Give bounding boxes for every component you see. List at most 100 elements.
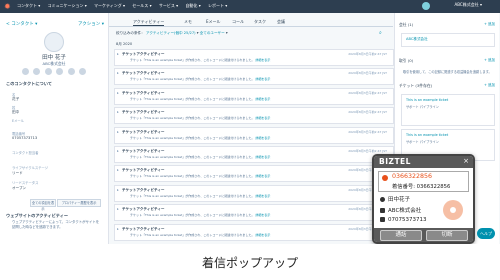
- activity-desc-text: チケット「This is an example ticket」が作成され、このレ…: [130, 213, 255, 218]
- activity-title: チケットアクティビティー: [122, 71, 165, 76]
- image-caption: 着信ポップアップ: [201, 256, 298, 270]
- menu-communication[interactable]: コミュニケーション ▾: [48, 3, 87, 8]
- ticket-icon: ▸: [117, 90, 119, 95]
- activity-time: 2020年8月3日午前2:47 JST: [348, 71, 387, 76]
- view-details-link[interactable]: 詳細を表示: [255, 233, 270, 237]
- view-property-history-button[interactable]: プロパティー履歴を表示: [57, 199, 101, 207]
- menu-marketing[interactable]: マーケティング ▾: [94, 3, 125, 8]
- view-details-link[interactable]: 詳細を表示: [255, 174, 270, 178]
- menu-reports[interactable]: レポート ▾: [208, 3, 227, 8]
- field-value[interactable]: 07057373713: [12, 136, 37, 140]
- close-icon[interactable]: ×: [463, 157, 469, 165]
- activity-time: 2020年8月3日午前2:47 JST: [348, 110, 387, 115]
- biztel-logo: BIZTEL: [379, 157, 411, 166]
- ticket-pipeline: サポート パイプライン: [406, 105, 439, 109]
- menu-service[interactable]: サービス ▾: [159, 3, 178, 8]
- company-card[interactable]: ABC株式会社: [401, 33, 495, 47]
- filter-label: 絞り込みの条件：: [116, 31, 145, 35]
- task-icon[interactable]: [67, 68, 75, 75]
- mobile-icon: [380, 217, 385, 222]
- meeting-icon[interactable]: [78, 68, 86, 75]
- tab-notes[interactable]: メモ: [184, 19, 192, 25]
- field-value[interactable]: リード: [12, 171, 23, 176]
- activity-description: チケット「This is an example ticket」が作成され、このレ…: [130, 136, 270, 140]
- activity-card[interactable]: ▸ チケットアクティビティー 2020年8月3日午前2:47 JST チケット「Thi…: [114, 184, 394, 202]
- tab-activity[interactable]: アクティビティー: [133, 19, 165, 26]
- activity-card[interactable]: ▸ チケットアクティビティー 2020年8月3日午前2:47 JST チケット「Thi…: [114, 87, 394, 105]
- app-window: ✹ コンタクト ▾ コミュニケーション ▾ マーケティング ▾ セールス ▾ サ…: [0, 0, 500, 244]
- note-icon[interactable]: [22, 68, 29, 75]
- view-details-link[interactable]: 詳細を表示: [255, 155, 270, 159]
- filter-users-dropdown[interactable]: 全てのユーザー: [200, 31, 225, 35]
- quick-actions: [22, 68, 86, 76]
- caller-phone: 07075373713: [388, 217, 427, 223]
- ticket-card[interactable]: This is an example ticket サポート パイプライン: [401, 94, 495, 126]
- field-value[interactable]: 田中: [12, 110, 19, 115]
- filter-activity-dropdown[interactable]: アクティビティー(個中 25/27): [146, 31, 196, 35]
- view-details-link[interactable]: 詳細を表示: [255, 194, 270, 198]
- view-details-link[interactable]: 詳細を表示: [255, 213, 270, 217]
- activity-card[interactable]: ▸ チケットアクティビティー 2020年8月3日午前2:47 JST チケット「Thi…: [114, 126, 394, 144]
- add-deal-button[interactable]: + 追加: [484, 58, 495, 63]
- field-value[interactable]: 花子: [12, 97, 19, 102]
- activity-title: チケットアクティビティー: [122, 149, 165, 153]
- actions-menu[interactable]: アクション ▾: [78, 21, 104, 27]
- activity-card[interactable]: ▸ チケットアクティビティー 2020年8月3日午前2:47 JST チケット「Thi…: [114, 107, 394, 125]
- menu-sales[interactable]: セールス ▾: [132, 3, 151, 8]
- tickets-header[interactable]: チケット (3件存在): [399, 83, 432, 89]
- month-header: 8月 2020: [116, 42, 133, 46]
- ticket-icon: ▸: [117, 71, 119, 76]
- web-activity-header[interactable]: ウェブサイトのアクティビティー: [6, 213, 68, 219]
- deals-empty-text: 取引を使用して、この記録に関連する収益機会を追跡します。: [403, 70, 492, 74]
- view-details-link[interactable]: 詳細を表示: [255, 136, 270, 140]
- hubspot-logo-icon[interactable]: ✹: [4, 2, 13, 11]
- back-to-contacts-link[interactable]: < コンタクト ▾: [6, 21, 37, 27]
- search-icon[interactable]: ⌕: [379, 30, 382, 36]
- ticket-title-link[interactable]: This is an example ticket: [406, 133, 448, 137]
- caller-company-row: ABC株式会社: [380, 206, 421, 214]
- view-details-link[interactable]: 詳細を表示: [255, 58, 270, 62]
- activity-card[interactable]: ▸ チケットアクティビティー 2020年8月3日午前2:47 JST チケット「Thi…: [114, 223, 394, 241]
- user-avatar[interactable]: [422, 2, 430, 10]
- hangup-button[interactable]: 切断: [426, 230, 468, 241]
- call-icon[interactable]: [44, 68, 52, 75]
- field-value[interactable]: オープン: [12, 186, 26, 191]
- incoming-call-popup: BIZTEL × 0366322856 着信番号: 0366322856 田中花…: [372, 154, 475, 244]
- activity-time: 2020年8月3日午前2:47 JST: [348, 90, 387, 95]
- view-details-link[interactable]: 詳細を表示: [255, 77, 270, 81]
- activity-desc-text: チケット「This is an example ticket」が作成され、このレ…: [130, 116, 255, 121]
- caller-phone-row: 07075373713: [380, 217, 427, 223]
- activity-card[interactable]: ▸ チケットアクティビティー 2020年8月3日午前2:47 JST チケット「Thi…: [114, 49, 394, 66]
- activity-card[interactable]: ▸ チケットアクティビティー 2020年8月3日午前2:47 JST チケット「Thi…: [114, 165, 394, 183]
- view-all-properties-button[interactable]: 全ての項目を表示: [30, 199, 56, 211]
- companies-header[interactable]: 会社 (1): [399, 22, 413, 28]
- about-section-header[interactable]: このコンタクトについて: [6, 81, 52, 87]
- account-menu[interactable]: ABC株式会社 ▾: [455, 2, 482, 8]
- tab-meetings[interactable]: 会議: [277, 19, 285, 25]
- activity-card[interactable]: ▸ チケットアクティビティー 2020年8月3日午前2:47 JST チケット「Thi…: [114, 68, 394, 86]
- tab-tasks[interactable]: タスク: [254, 19, 266, 25]
- field-label: Eメール: [12, 119, 24, 123]
- activity-card[interactable]: ▸ チケットアクティビティー 2020年8月3日午前2:47 JST チケット「Thi…: [114, 146, 394, 163]
- deals-header[interactable]: 取引 (0): [399, 58, 413, 64]
- view-details-link[interactable]: 詳細を表示: [255, 97, 270, 101]
- activity-desc-text: チケット「This is an example ticket」が作成され、このレ…: [130, 174, 255, 179]
- help-button[interactable]: ヘルプ: [477, 228, 495, 239]
- menu-automation[interactable]: 自動化 ▾: [185, 3, 200, 8]
- add-ticket-button[interactable]: + 追加: [484, 83, 495, 88]
- add-company-button[interactable]: + 追加: [484, 22, 495, 27]
- company-link[interactable]: ABC株式会社: [406, 37, 428, 42]
- email-icon[interactable]: [33, 68, 41, 75]
- view-details-link[interactable]: 詳細を表示: [255, 116, 270, 120]
- wifi-icon: [443, 200, 463, 220]
- tab-emails[interactable]: Eメール: [206, 19, 221, 25]
- activity-title: チケットアクティビティー: [122, 226, 165, 231]
- activity-card[interactable]: ▸ チケットアクティビティー 2020年8月3日午前2:47 JST チケット「Thi…: [114, 204, 394, 222]
- activity-tabs: アクティビティー メモ Eメール コール タスク 会議: [109, 17, 393, 27]
- ticket-title-link[interactable]: This is an example ticket: [406, 98, 448, 102]
- tab-calls[interactable]: コール: [232, 19, 244, 25]
- menu-contacts[interactable]: コンタクト ▾: [17, 3, 40, 8]
- log-icon[interactable]: [56, 68, 64, 75]
- field-label: リードステータス: [12, 181, 39, 185]
- answer-button[interactable]: 通話: [380, 230, 422, 241]
